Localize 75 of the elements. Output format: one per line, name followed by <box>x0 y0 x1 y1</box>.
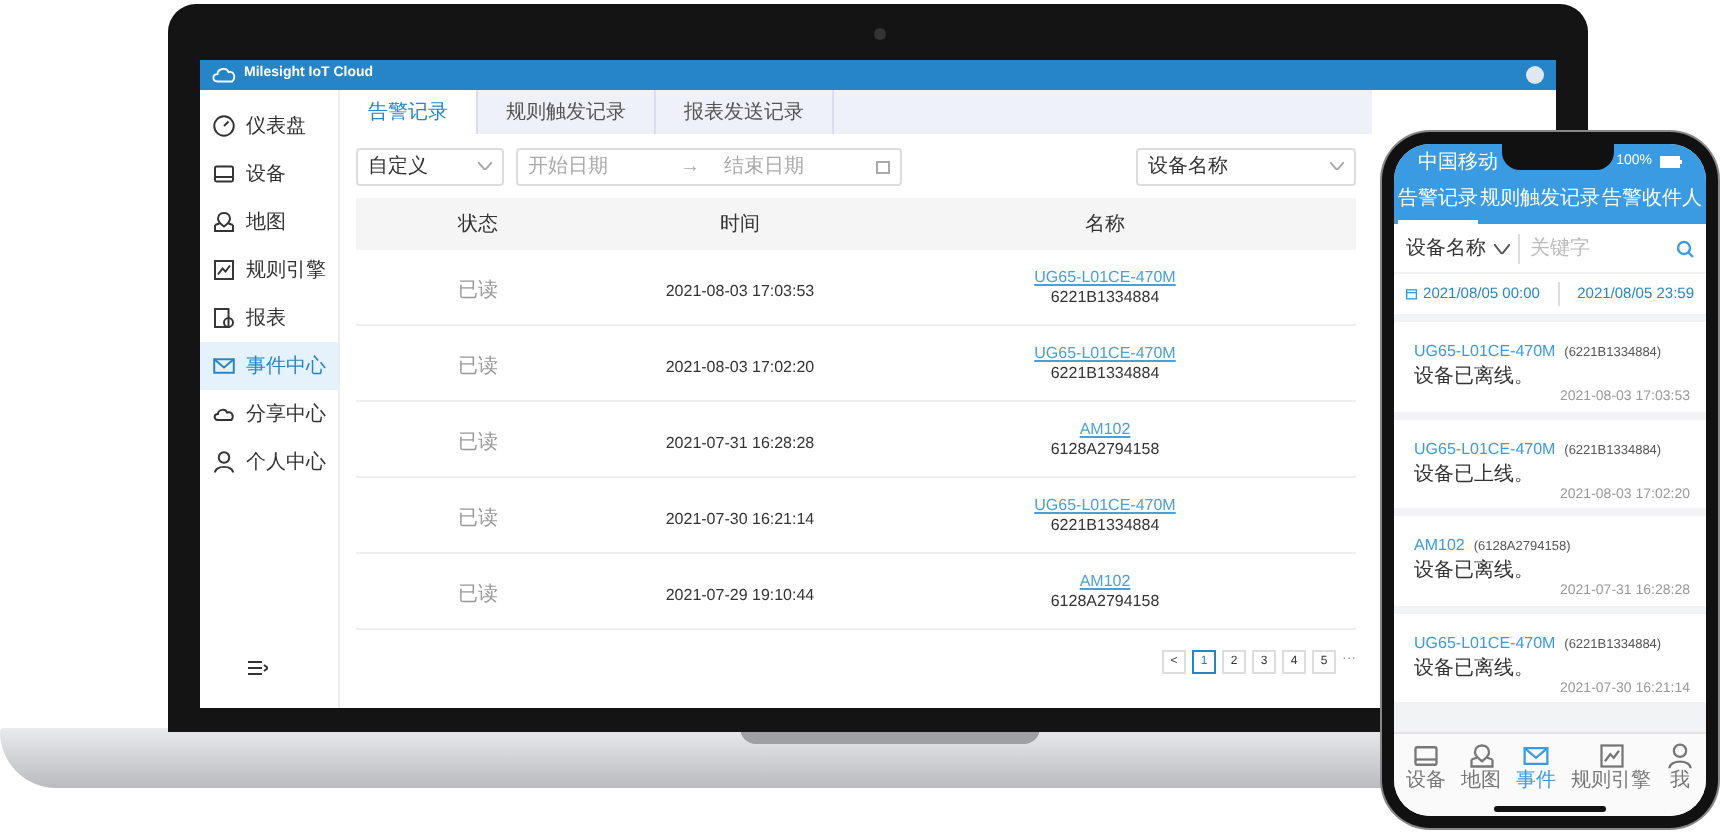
home-indicator <box>1494 806 1606 812</box>
column-header: 时间 <box>720 213 760 235</box>
chevron-down-icon <box>1494 243 1510 253</box>
person-icon <box>1666 742 1694 770</box>
collapse-menu-icon <box>248 659 268 676</box>
carrier-name: 中国移动 <box>1418 149 1498 177</box>
status-text: 已读 <box>458 507 498 529</box>
device-name-dropdown[interactable]: 设备名称 <box>1136 147 1356 185</box>
envelope-icon <box>1522 742 1550 770</box>
sidebar-item[interactable]: 个人中心 <box>200 438 338 486</box>
document-icon <box>212 306 236 330</box>
event-message: 设备已上线。 <box>1414 463 1536 488</box>
tab[interactable]: 规则触发记录 <box>1480 176 1600 224</box>
device-name-link[interactable]: AM102 <box>1079 419 1131 439</box>
cloud-logo-icon <box>212 66 236 84</box>
search-icon <box>1676 239 1694 257</box>
webcam-dot <box>874 28 886 40</box>
serial-number: 6221B1334884 <box>1050 515 1160 535</box>
column-header: 名称 <box>1085 213 1125 235</box>
avatar-circle[interactable] <box>1526 66 1544 84</box>
tab[interactable]: 告警记录 <box>340 90 478 134</box>
status-text: 已读 <box>458 583 498 605</box>
time-text: 2021-08-03 17:02:20 <box>665 357 815 375</box>
chevron-down-icon <box>478 162 492 170</box>
sidebar-item[interactable]: 规则引擎 <box>200 246 338 294</box>
device-name-link[interactable]: UG65-L01CE-470M <box>1414 342 1556 360</box>
range-type-dropdown[interactable]: 自定义 <box>356 147 504 185</box>
time-text: 2021-07-30 16:21:14 <box>665 509 815 527</box>
sidebar-item[interactable]: 事件中心 <box>200 342 338 390</box>
nav-item[interactable]: 事件 <box>1516 742 1556 792</box>
tab[interactable]: 报表发送记录 <box>656 90 834 134</box>
serial-number: 6221B1334884 <box>1050 363 1160 383</box>
monitor-icon <box>1412 742 1440 770</box>
phone-notch <box>1502 144 1614 170</box>
envelope-icon <box>212 354 236 378</box>
status-text: 已读 <box>458 355 498 377</box>
device-select[interactable]: 设备名称 <box>1406 233 1510 263</box>
sidebar-item[interactable]: 分享中心 <box>200 390 338 438</box>
sidebar-item[interactable]: 地图 <box>200 198 338 246</box>
device-name-link[interactable]: UG65-L01CE-470M <box>1034 495 1176 515</box>
gauge-icon <box>212 114 236 138</box>
person-icon <box>212 450 236 474</box>
device-name-link[interactable]: UG65-L01CE-470M <box>1034 267 1176 287</box>
chevron-down-icon <box>1330 162 1344 170</box>
status-text: 已读 <box>458 431 498 453</box>
battery-icon <box>1660 156 1682 168</box>
time-text: 2021-08-03 17:03:53 <box>665 281 815 299</box>
chart-icon <box>1597 742 1625 770</box>
tab[interactable]: 规则触发记录 <box>478 90 656 134</box>
nav-item[interactable]: 我 <box>1666 742 1694 792</box>
event-message: 设备已离线。 <box>1414 366 1536 391</box>
sidebar-item[interactable]: 报表 <box>200 294 338 342</box>
status-text: 已读 <box>458 279 498 301</box>
tab[interactable]: 告警收件人 <box>1602 176 1702 224</box>
device-name-link[interactable]: UG65-L01CE-470M <box>1034 343 1176 363</box>
chart-icon <box>212 258 236 282</box>
nav-item[interactable]: 规则引擎 <box>1571 742 1651 792</box>
time-text: 2021-07-31 16:28:28 <box>665 433 815 451</box>
serial-number: 6221B1334884 <box>1050 287 1160 307</box>
serial-number: 6128A2794158 <box>1050 591 1160 611</box>
sidebar-item[interactable]: 仪表盘 <box>200 102 338 150</box>
event-message: 设备已离线。 <box>1414 657 1536 682</box>
sidebar-item[interactable]: 设备 <box>200 150 338 198</box>
time-text: 2021-07-29 19:10:44 <box>665 585 815 603</box>
nav-item[interactable]: 地图 <box>1461 742 1501 792</box>
monitor-icon <box>212 162 236 186</box>
device-name-link[interactable]: AM102 <box>1414 536 1465 555</box>
date-range-field[interactable]: 开始日期 → 结束日期 <box>516 147 902 185</box>
column-header: 状态 <box>458 213 498 235</box>
nav-item[interactable]: 设备 <box>1406 742 1446 792</box>
device-name-link[interactable]: UG65-L01CE-470M <box>1414 439 1556 458</box>
event-message: 设备已离线。 <box>1414 560 1536 585</box>
device-name-link[interactable]: UG65-L01CE-470M <box>1414 633 1556 652</box>
device-name-link[interactable]: AM102 <box>1079 571 1131 591</box>
serial-number: 6128A2794158 <box>1050 439 1160 459</box>
